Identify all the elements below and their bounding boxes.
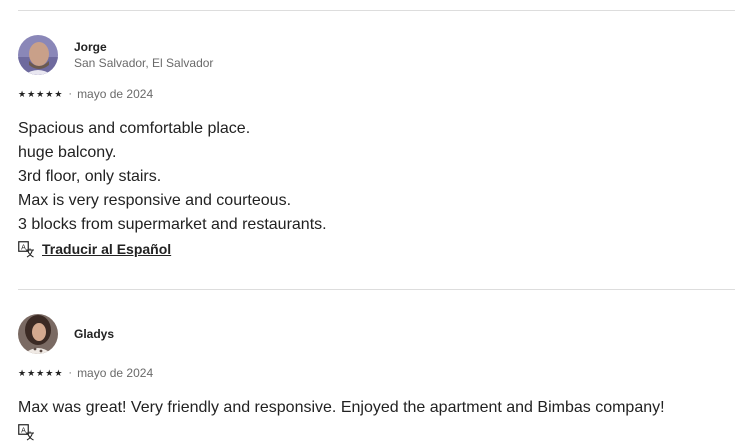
review-line: 3rd floor, only stairs. xyxy=(18,168,162,185)
translate-link[interactable]: Traducir al Español xyxy=(42,241,171,257)
review-line: huge balcony. xyxy=(18,144,117,161)
review-divider xyxy=(18,289,735,290)
star-icon: ★ xyxy=(27,88,36,99)
svg-text:A: A xyxy=(21,243,26,251)
star-icon: ★ xyxy=(45,367,54,378)
star-icon: ★ xyxy=(18,367,27,378)
review-meta: ★ ★ ★ ★ ★ · mayo de 2024 xyxy=(18,87,735,101)
reviewer-header: Gladys xyxy=(18,314,735,354)
review-body: Max was great! Very friendly and respons… xyxy=(18,396,735,420)
star-icon: ★ xyxy=(54,88,63,99)
review-date: mayo de 2024 xyxy=(77,366,154,380)
star-icon: ★ xyxy=(18,88,27,99)
rating-stars: ★ ★ ★ ★ ★ xyxy=(18,367,63,378)
translate-icon: A xyxy=(18,423,34,441)
star-icon: ★ xyxy=(45,88,54,99)
star-icon: ★ xyxy=(36,88,45,99)
avatar[interactable] xyxy=(18,314,58,354)
translate-row: A Traducir al Español xyxy=(18,239,735,259)
reviewer-header: Jorge San Salvador, El Salvador xyxy=(18,35,735,75)
review-line: Max was great! Very friendly and respons… xyxy=(18,399,665,416)
avatar[interactable] xyxy=(18,35,58,75)
reviewer-name: Jorge xyxy=(74,40,107,54)
review-line: Max is very responsive and courteous. xyxy=(18,192,292,209)
translate-row: A xyxy=(18,422,735,442)
star-icon: ★ xyxy=(54,367,63,378)
review-gladys: Gladys ★ ★ ★ ★ ★ · mayo de 2024 Max was … xyxy=(18,314,735,442)
review-line: 3 blocks from supermarket and restaurant… xyxy=(18,216,327,233)
review-line: Spacious and comfortable place. xyxy=(18,120,251,137)
star-icon: ★ xyxy=(36,367,45,378)
rating-stars: ★ ★ ★ ★ ★ xyxy=(18,88,63,99)
review-date: mayo de 2024 xyxy=(77,87,154,101)
review-meta: ★ ★ ★ ★ ★ · mayo de 2024 xyxy=(18,366,735,380)
reviewer-location: San Salvador, El Salvador xyxy=(74,56,214,70)
translate-icon: A xyxy=(18,240,34,258)
meta-separator: · xyxy=(68,88,73,100)
review-jorge: Jorge San Salvador, El Salvador ★ ★ ★ ★ … xyxy=(18,35,735,259)
meta-separator: · xyxy=(68,367,73,379)
review-body: Spacious and comfortable place. huge bal… xyxy=(18,117,735,237)
reviewer-name: Gladys xyxy=(74,327,115,341)
star-icon: ★ xyxy=(27,367,36,378)
top-divider xyxy=(18,10,735,11)
